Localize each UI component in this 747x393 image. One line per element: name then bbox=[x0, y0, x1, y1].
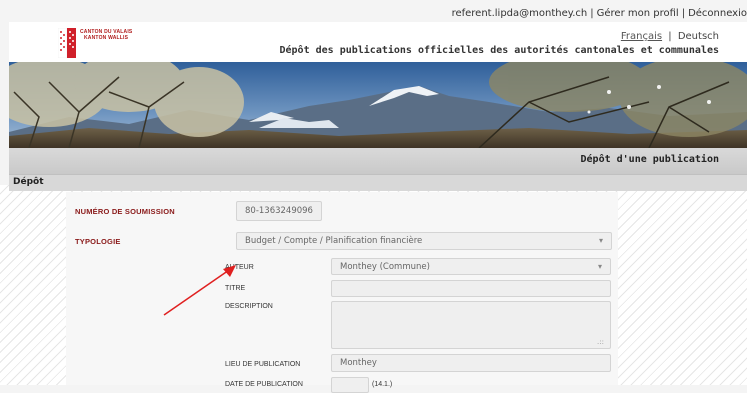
submission-form: NUMÉRO DE SOUMISSION 80-1363249096 TYPOL… bbox=[66, 192, 618, 393]
breadcrumb: Dépôt bbox=[13, 177, 44, 187]
description-textarea[interactable] bbox=[331, 301, 611, 349]
auteur-select[interactable]: Monthey (Commune) bbox=[331, 258, 611, 275]
date-input[interactable] bbox=[331, 377, 369, 393]
top-links: referent.lipda@monthey.ch | Gérer mon prof… bbox=[451, 8, 747, 19]
numero-label: NUMÉRO DE SOUMISSION bbox=[75, 207, 175, 216]
typologie-label: TYPOLOGIE bbox=[75, 237, 121, 246]
site-subtitle: Dépôt des publications officielles des a… bbox=[279, 45, 720, 56]
manage-profile-link[interactable]: Gérer mon profil bbox=[597, 8, 679, 19]
user-email-link[interactable]: referent.lipda@monthey.ch bbox=[452, 8, 588, 19]
language-switcher: Français | Deutsch bbox=[620, 31, 719, 42]
breadcrumb-bar: Dépôt bbox=[9, 174, 747, 191]
lang-fr-link[interactable]: Français bbox=[621, 31, 662, 42]
numero-field: 80-1363249096 bbox=[236, 201, 322, 221]
section-header-bar: Dépôt d'une publication bbox=[9, 148, 747, 174]
logout-link[interactable]: Déconnexio bbox=[688, 8, 747, 19]
canton-flag-icon bbox=[58, 28, 76, 58]
annotation-arrow-icon bbox=[163, 265, 236, 316]
logo-text: CANTON DU VALAIS KANTON WALLIS bbox=[80, 29, 133, 41]
typologie-select[interactable]: Budget / Compte / Planification financiè… bbox=[236, 232, 612, 250]
section-title: Dépôt d'une publication bbox=[580, 154, 719, 165]
titre-input[interactable] bbox=[331, 280, 611, 297]
mountain-banner-image bbox=[9, 62, 747, 148]
lieu-input[interactable]: Monthey bbox=[331, 354, 611, 372]
site-header: CANTON DU VALAIS KANTON WALLIS Français … bbox=[9, 22, 747, 62]
lang-de-link[interactable]: Deutsch bbox=[678, 31, 719, 42]
lieu-label: LIEU DE PUBLICATION bbox=[225, 361, 301, 368]
